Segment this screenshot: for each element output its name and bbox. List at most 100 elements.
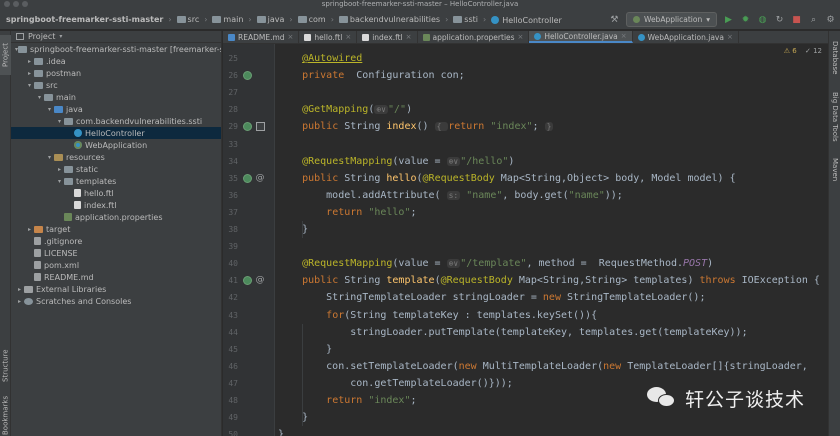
editor-tab[interactable]: README.md × [223, 31, 300, 43]
breadcrumb-label: com [308, 15, 326, 24]
tree-item[interactable]: ▸ External Libraries [11, 283, 221, 295]
chevron-right-icon[interactable]: ▸ [25, 58, 34, 65]
breadcrumb-item[interactable]: backendvulnerabilities [338, 15, 440, 24]
editor-tab[interactable]: WebApplication.java × [633, 31, 739, 43]
tree-item[interactable]: ▾ java [11, 103, 221, 115]
code-line: } [278, 341, 332, 358]
tree-item[interactable]: ▾ main [11, 91, 221, 103]
profiler-icon[interactable]: ↻ [774, 14, 785, 25]
editor-tab-label: WebApplication.java [647, 32, 724, 42]
breadcrumb-item[interactable]: java [256, 15, 284, 24]
chevron-right-icon[interactable]: ▸ [15, 298, 24, 305]
close-tab-icon[interactable]: × [406, 33, 412, 41]
run-config-selector[interactable]: WebApplication ▾ [625, 12, 717, 27]
structure-tool-tab[interactable]: Structure [0, 341, 11, 391]
code-area[interactable]: @Autowired private Configuration con; @G… [275, 44, 828, 436]
tree-item[interactable]: ▾ resources [11, 151, 221, 163]
chevron-down-icon[interactable]: ▾ [45, 154, 54, 161]
tree-item[interactable]: ▸ .idea [11, 55, 221, 67]
chevron-right-icon[interactable]: ▸ [25, 226, 34, 233]
maven-tool-tab[interactable]: Maven [830, 155, 840, 185]
chevron-down-icon[interactable]: ▾ [55, 178, 64, 185]
chevron-down-icon[interactable]: ▾ [55, 118, 64, 125]
coverage-icon[interactable]: ◍ [757, 14, 768, 25]
close-tab-icon[interactable]: × [345, 33, 351, 41]
code-token: "index" [368, 395, 411, 406]
inspection-widget[interactable]: ⚠ 6 ✓ 12 [784, 47, 822, 55]
editor-tab-label: application.properties [432, 32, 515, 42]
run-config-label: WebApplication [643, 15, 703, 24]
close-tab-icon[interactable]: × [621, 32, 627, 40]
tree-item[interactable]: README.md [11, 271, 221, 283]
fold-marker-icon[interactable] [256, 122, 265, 132]
chevron-right-icon[interactable]: ▸ [15, 286, 24, 293]
tree-item[interactable]: ▾ springboot-freemarker-ssti-master [free… [11, 43, 221, 55]
search-icon[interactable]: ⌕ [808, 14, 819, 25]
code-token: s: [446, 190, 461, 200]
breadcrumb-item[interactable]: com [297, 15, 326, 24]
folder-icon [64, 117, 73, 125]
spring-bean-icon[interactable] [243, 173, 252, 183]
code-token: @RequestMapping [302, 155, 393, 167]
editor-tab[interactable]: hello.ftl × [299, 31, 358, 43]
tree-item[interactable]: pom.xml [11, 259, 221, 271]
chevron-down-icon[interactable]: ▾ [35, 94, 44, 101]
hammer-icon[interactable]: ⚒ [609, 14, 620, 25]
run-icon[interactable]: ▶ [723, 14, 734, 25]
settings-icon[interactable]: ⚙ [825, 14, 836, 25]
tree-item-label: HelloController [85, 128, 145, 138]
tree-item[interactable]: ▸ Scratches and Consoles [11, 295, 221, 307]
tree-item[interactable]: ▾ src [11, 79, 221, 91]
chevron-down-icon[interactable]: ▾ [45, 106, 54, 113]
chevron-right-icon[interactable]: ▸ [25, 70, 34, 77]
code-editor[interactable]: 25 26 27 28 29 33 34 35 @36 37 38 39 40 41 @42 43 44 45 46… [223, 44, 828, 436]
at-sign-icon[interactable]: @ [255, 173, 265, 183]
tree-item[interactable]: LICENSE [11, 247, 221, 259]
tree-item[interactable]: HelloController [11, 127, 221, 139]
bookmarks-tool-tab[interactable]: Bookmarks [0, 393, 11, 436]
wechat-logo-icon [647, 385, 677, 411]
breadcrumb-item[interactable]: main [212, 15, 243, 24]
breadcrumb-item[interactable]: ssti [453, 15, 478, 24]
big-data-tools-tab[interactable]: Big Data Tools [830, 87, 840, 147]
tree-item[interactable]: index.ftl [11, 199, 221, 211]
project-panel-title: Project [28, 32, 56, 41]
spring-bean-icon[interactable] [243, 71, 252, 81]
database-tool-tab[interactable]: Database [830, 37, 840, 79]
project-tool-tab[interactable]: Project [0, 35, 11, 75]
chevron-right-icon[interactable]: ▸ [55, 166, 64, 173]
chevron-down-icon[interactable]: ▾ [25, 82, 34, 89]
stop-icon[interactable]: ■ [791, 14, 802, 25]
spring-bean-icon[interactable] [243, 276, 252, 286]
close-tab-icon[interactable]: × [518, 33, 524, 41]
tree-item[interactable]: hello.ftl [11, 187, 221, 199]
tree-item[interactable]: ▸ postman [11, 67, 221, 79]
code-token: public [302, 275, 339, 287]
editor-tab[interactable]: application.properties × [418, 31, 530, 43]
editor-tab[interactable]: index.ftl × [357, 31, 418, 43]
tree-item[interactable]: ▸ static [11, 163, 221, 175]
breadcrumb-item[interactable]: HelloController [491, 15, 562, 25]
close-tab-icon[interactable]: × [727, 33, 733, 41]
project-panel-header[interactable]: Project ▾ [11, 31, 221, 43]
tree-item[interactable]: application.properties [11, 211, 221, 223]
code-token: @RequestBody [422, 172, 495, 184]
close-tab-icon[interactable]: × [288, 33, 294, 41]
title-bar: springboot-freemarker-ssti-master – Hell… [0, 0, 840, 9]
tree-item[interactable]: ▸ target [11, 223, 221, 235]
debug-icon[interactable]: ✹ [740, 14, 751, 25]
tree-item-label: resources [66, 152, 105, 162]
breadcrumb-item[interactable]: springboot-freemarker-ssti-master [6, 15, 163, 24]
tree-item[interactable]: WebApplication [11, 139, 221, 151]
tree-item[interactable]: ▾ templates [11, 175, 221, 187]
tree-item[interactable]: .gitignore [11, 235, 221, 247]
line-number: 42 [228, 293, 238, 303]
spring-bean-icon[interactable] [243, 122, 252, 132]
at-sign-icon[interactable]: @ [255, 275, 265, 285]
breadcrumb-separator-icon: › [483, 15, 487, 24]
tree-item[interactable]: ▾ com.backendvulnerabilities.ssti [11, 115, 221, 127]
breadcrumb-item[interactable]: src [176, 15, 199, 24]
editor-tab[interactable]: HelloController.java × [529, 31, 633, 43]
